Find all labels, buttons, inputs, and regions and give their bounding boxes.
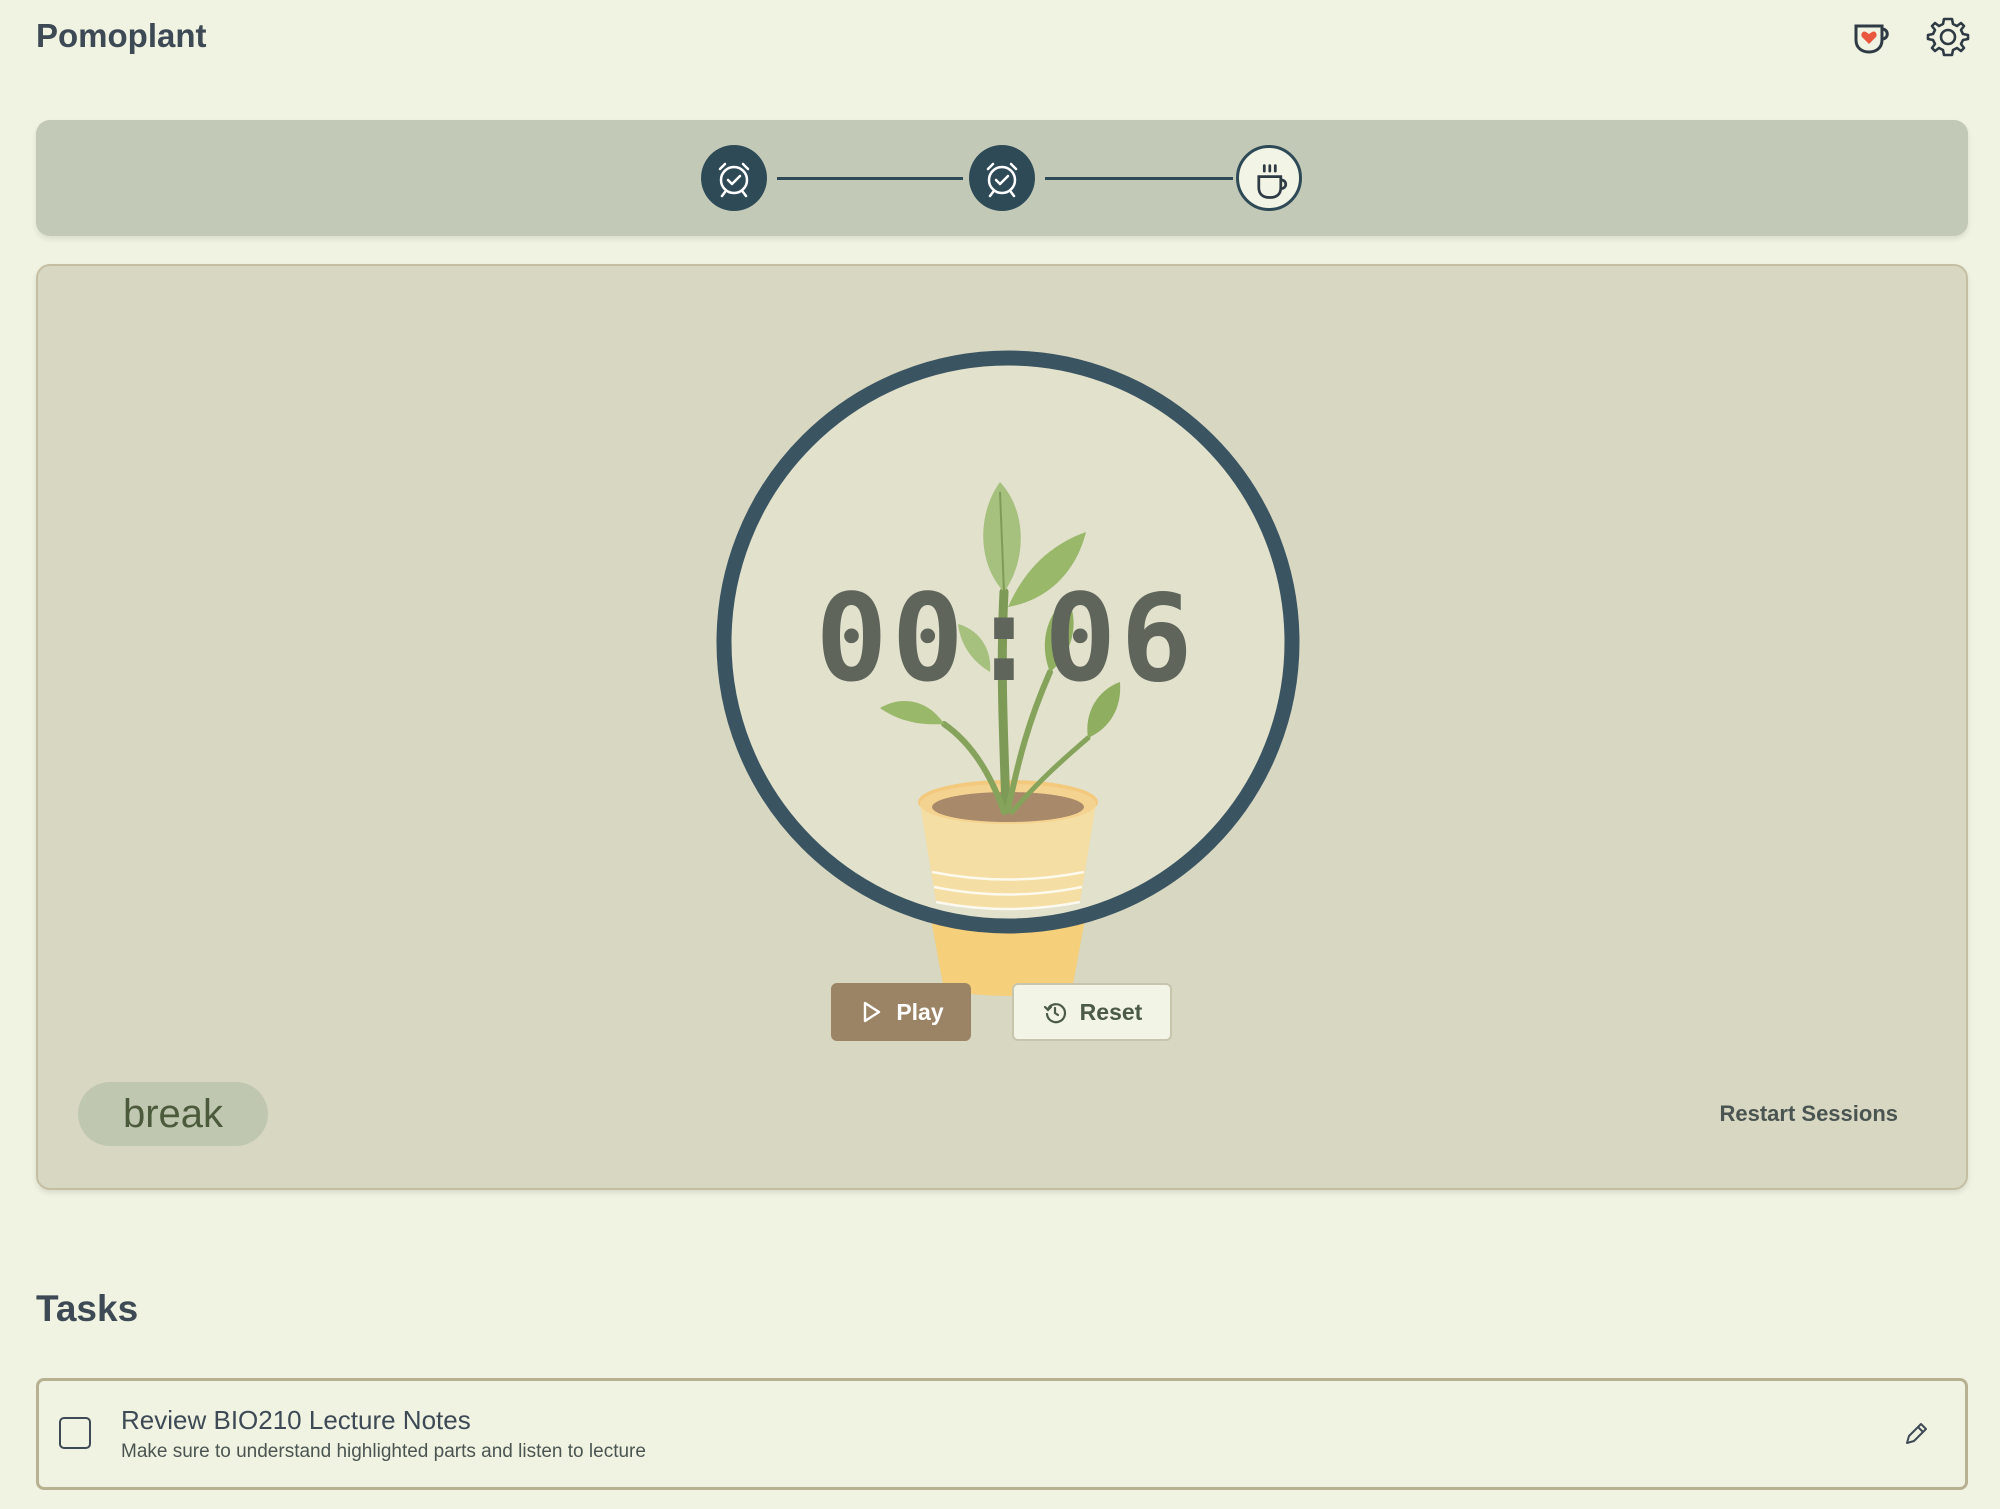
stepper-connector [777,177,963,180]
play-icon [864,1001,881,1023]
gear-icon[interactable] [1925,14,1971,60]
restart-sessions-button[interactable]: Restart Sessions [1719,1101,1898,1127]
timer-card: 00:06 Play Reset break Restart Sessions [36,264,1968,1190]
timer-display: 00:06 [815,570,1197,709]
task-description: Make sure to understand highlighted part… [121,1441,646,1462]
session-mode-badge: break [78,1082,268,1146]
play-button[interactable]: Play [831,983,971,1041]
play-button-label: Play [896,998,944,1025]
pencil-icon[interactable] [1901,1419,1931,1449]
reset-timer-icon [1043,1003,1066,1024]
task-title: Review BIO210 Lecture Notes [121,1405,471,1435]
tasks-heading: Tasks [36,1288,139,1329]
stepper-connector [1045,177,1233,180]
task-item: Review BIO210 Lecture Notes Make sure to… [36,1378,1968,1490]
step-focus-1-alarm-clock-icon [701,145,767,211]
reset-button[interactable]: Reset [1012,983,1172,1041]
app-title: Pomoplant [36,17,207,54]
reset-button-label: Reset [1079,998,1143,1025]
task-checkbox[interactable] [59,1417,91,1449]
heart-cup-icon[interactable] [1848,14,1894,60]
step-break-coffee-cup-icon [1236,145,1302,211]
app-header: Pomoplant [0,0,2000,80]
session-stepper [36,120,1968,236]
step-focus-2-alarm-clock-icon [969,145,1035,211]
